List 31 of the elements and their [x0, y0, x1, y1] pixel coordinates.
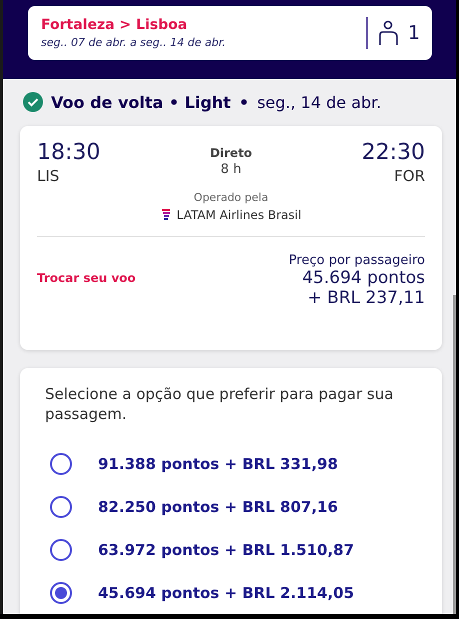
payment-option-label[interactable]: 45.694 pontos + BRL 2.114,05 [98, 584, 354, 602]
search-summary-card[interactable]: Fortaleza > Lisboa seg.. 07 de abr. a seg.. 14 de abr. 1 [28, 6, 432, 60]
route-text: Fortaleza > Lisboa [41, 17, 188, 33]
radio-button[interactable] [50, 452, 72, 474]
leg-title: Voo de volta • Light [51, 92, 231, 112]
scrollbar[interactable] [453, 295, 456, 614]
airline-logo-icon [160, 208, 171, 222]
airline-name: LATAM Airlines Brasil [176, 208, 302, 222]
change-flight-link[interactable]: Trocar seu voo [37, 270, 136, 285]
dates-text: seg.. 07 de abr. a seg.. 14 de abr. [41, 36, 227, 49]
price-label: Preço por passageiro [288, 253, 425, 268]
passenger-count: 1 [408, 22, 420, 44]
payment-option-label[interactable]: 63.972 pontos + BRL 1.510,87 [98, 540, 354, 558]
radio-button[interactable] [50, 538, 72, 560]
flight-type: Direto [210, 146, 252, 160]
payment-prompt: Selecione a opção que preferir para pagar sua passagem. [45, 384, 394, 424]
price-points: 45.694 pontos [302, 268, 425, 288]
operated-label: Operado pela [194, 191, 268, 204]
departure-time: 18:30 [37, 140, 100, 166]
leg-date: seg., 14 de abr. [257, 92, 382, 112]
payment-option-label[interactable]: 91.388 pontos + BRL 331,98 [98, 454, 338, 472]
departure-airport: LIS [37, 167, 60, 186]
radio-button[interactable] [50, 582, 72, 604]
flight-duration: 8 h [220, 162, 242, 178]
payment-option-label[interactable]: 82.250 pontos + BRL 807,16 [98, 498, 338, 516]
arrival-airport: FOR [394, 167, 425, 186]
separator-text: • [238, 92, 250, 112]
arrival-time: 22:30 [362, 140, 425, 166]
person-icon [378, 20, 400, 46]
price-cash: + BRL 237,11 [308, 288, 425, 308]
radio-button[interactable] [50, 496, 72, 518]
